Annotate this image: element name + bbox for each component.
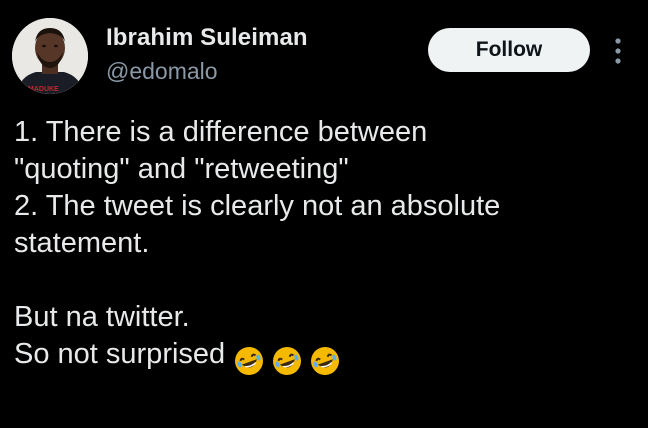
more-vertical-icon[interactable] bbox=[610, 36, 626, 66]
tweet-line: 2. The tweet is clearly not an absolute bbox=[14, 190, 501, 222]
emoji-row bbox=[233, 342, 347, 379]
rolling-on-the-floor-laughing-icon bbox=[235, 347, 264, 376]
tweet-line-text: So not surprised bbox=[14, 338, 226, 370]
avatar-shirt-text: MADUKE bbox=[28, 86, 59, 93]
tweet-line: statement. bbox=[14, 227, 150, 259]
follow-button[interactable]: Follow bbox=[428, 28, 590, 72]
author-handle[interactable]: @edomalo bbox=[106, 58, 218, 85]
tweet-text: 1. There is a difference between "quotin… bbox=[14, 114, 634, 376]
tweet-line: 1. There is a difference between bbox=[14, 116, 428, 148]
author-display-name[interactable]: Ibrahim Suleiman bbox=[106, 24, 308, 52]
tweet-line: But na twitter. bbox=[14, 301, 190, 333]
rolling-on-the-floor-laughing-icon bbox=[273, 347, 302, 376]
rolling-on-the-floor-laughing-icon bbox=[311, 347, 340, 376]
tweet-line: "quoting" and "retweeting" bbox=[14, 153, 349, 185]
profile-photo-icon: MADUKE bbox=[12, 18, 88, 94]
avatar[interactable]: MADUKE bbox=[12, 18, 88, 94]
tweet-line-last: So not surprised bbox=[14, 336, 634, 376]
tweet-card: MADUKE Ibrahim Suleiman @edomalo Follow … bbox=[0, 0, 648, 428]
